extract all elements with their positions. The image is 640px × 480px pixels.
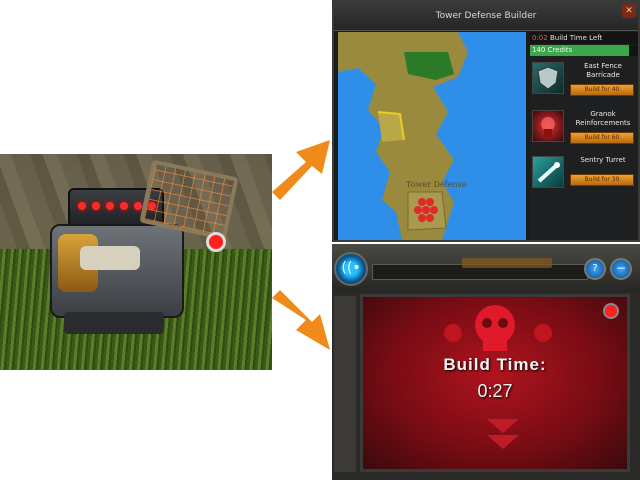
item-name: East Fence Barricade (584, 62, 622, 79)
window-title: Tower Defense Builder (334, 2, 638, 31)
skull-icon (444, 305, 552, 351)
led-light (106, 202, 114, 210)
map-terrain (338, 32, 468, 240)
signal-icon[interactable]: ((• (334, 252, 368, 286)
build-button[interactable]: Build for 40 (570, 84, 634, 96)
timer-text: Build Time Left (549, 34, 603, 42)
build-button[interactable]: Build for 60 (570, 132, 634, 144)
window-header: ((• ? − (332, 244, 640, 292)
header-ornament (462, 258, 552, 268)
warrior-icon (532, 110, 564, 142)
led-light (120, 202, 128, 210)
alert-icon (603, 303, 619, 319)
help-button[interactable]: ? (584, 258, 606, 280)
chevron-down-icon (487, 419, 519, 433)
build-time-left: 0:02 Build Time Left (530, 32, 638, 44)
item-name: Granok Reinforcements (575, 110, 631, 127)
turret-icon (532, 156, 564, 188)
device-pad (80, 246, 140, 270)
arrow-down-icon (272, 290, 330, 350)
credits-bar: 140 Credits (530, 45, 638, 56)
tower-defense-window: Tower Defense Builder ✕ Tower Defense 0:… (332, 0, 640, 242)
build-time-window: ((• ? − Build Time: 0:27 (332, 244, 640, 480)
build-item-sentry-turret: Sentry Turret Build for 30 (530, 154, 638, 198)
build-panel: 0:02 Build Time Left 140 Credits East Fe… (530, 32, 638, 240)
build-screen: Build Time: 0:27 (360, 294, 630, 472)
device-base (64, 312, 164, 334)
chevron-down-icon (487, 435, 519, 449)
build-time-label: Build Time: (443, 355, 547, 374)
map-label: Tower Defense (406, 180, 467, 189)
device-body (50, 224, 184, 318)
side-frame (334, 296, 356, 472)
led-light (134, 202, 142, 210)
build-button[interactable]: Build for 30 (570, 174, 634, 186)
build-item-granok-reinforcements: Granok Reinforcements Build for 60 (530, 108, 638, 152)
item-name: Sentry Turret (580, 156, 626, 164)
timer-value: 0:02 (532, 34, 548, 42)
minimap[interactable]: Tower Defense (338, 32, 526, 240)
led-light (92, 202, 100, 210)
shield-icon (532, 62, 564, 94)
device-red-eye (206, 232, 226, 252)
arrow-up-icon (272, 140, 330, 200)
credits-text: 140 Credits (532, 46, 573, 54)
build-time-value: 0:27 (477, 381, 513, 401)
build-item-east-fence-barricade: East Fence Barricade Build for 40 (530, 60, 638, 104)
window-title-text: Tower Defense Builder (435, 11, 537, 21)
minimize-button[interactable]: − (610, 258, 632, 280)
led-light (78, 202, 86, 210)
close-icon[interactable]: ✕ (622, 4, 636, 18)
